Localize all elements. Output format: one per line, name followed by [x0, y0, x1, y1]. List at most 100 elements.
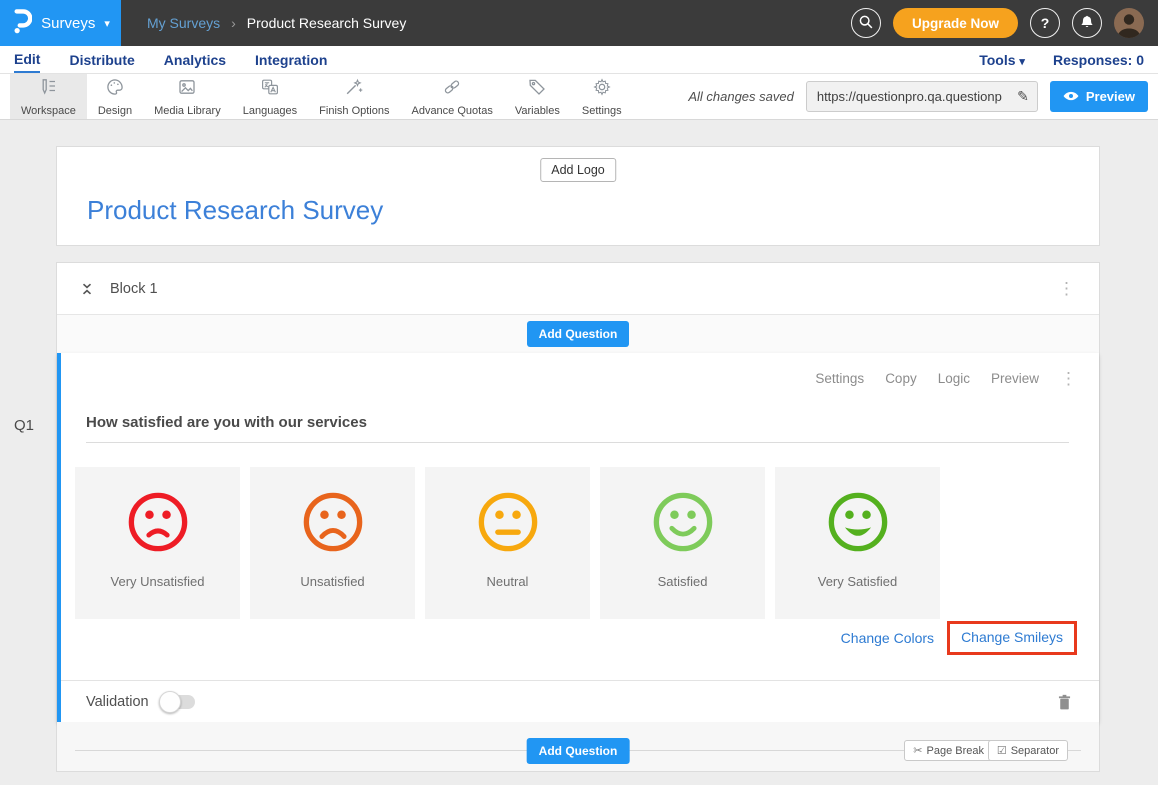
tool-finish-options[interactable]: Finish Options [308, 74, 400, 119]
block-footer: Add Question ✂ Page Break ☑ Separator [57, 722, 1099, 771]
nav-right-group: Tools ▾ Responses: 0 [979, 52, 1144, 68]
design-palette-icon [105, 77, 125, 102]
upgrade-now-button[interactable]: Upgrade Now [893, 8, 1018, 38]
languages-translate-icon [260, 77, 280, 102]
add-question-button-top[interactable]: Add Question [527, 321, 630, 347]
tool-workspace[interactable]: Workspace [10, 74, 87, 119]
smiley-face-icon [652, 491, 714, 553]
tools-dropdown[interactable]: Tools ▾ [979, 52, 1025, 68]
smiley-links-row: Change Colors Change Smileys [61, 621, 1077, 680]
trash-icon [1058, 694, 1071, 710]
block-card: Block 1 ⋮ Add Question Settings Copy Log… [56, 262, 1100, 772]
page-break-scissors-icon: ✂ [913, 744, 922, 757]
edit-url-pencil-icon[interactable]: ✎ [1017, 88, 1029, 105]
question-text[interactable]: How satisfied are you with our services [86, 414, 1069, 443]
breadcrumb-separator-icon: › [231, 15, 236, 31]
notifications-button[interactable] [1072, 8, 1102, 38]
smiley-option-very-satisfied[interactable]: Very Satisfied [775, 467, 940, 619]
tool-languages[interactable]: Languages [232, 74, 308, 119]
variables-tag-icon [527, 77, 547, 102]
separator-button[interactable]: ☑ Separator [988, 740, 1068, 761]
question-menu-kebab-icon[interactable]: ⋮ [1060, 370, 1077, 387]
block-menu-kebab-icon[interactable]: ⋮ [1058, 280, 1075, 297]
breadcrumb-my-surveys[interactable]: My Surveys [147, 15, 220, 31]
validation-toggle[interactable] [161, 695, 195, 709]
survey-url-box: ✎ [806, 81, 1038, 112]
add-logo-button[interactable]: Add Logo [540, 158, 616, 182]
bell-icon [1079, 14, 1095, 32]
question-index-label: Q1 [14, 417, 34, 434]
editor-toolbar: Workspace Design Media Library Languages… [0, 74, 1158, 120]
quotas-chain-icon [442, 77, 462, 102]
change-colors-link[interactable]: Change Colors [841, 630, 934, 646]
eye-icon [1063, 89, 1079, 104]
breadcrumb-current-survey: Product Research Survey [247, 15, 407, 31]
page-break-button[interactable]: ✂ Page Break [904, 740, 993, 761]
media-image-icon [177, 77, 197, 102]
question-logic-link[interactable]: Logic [938, 371, 970, 386]
search-icon [858, 14, 874, 33]
breadcrumb: My Surveys › Product Research Survey [147, 15, 406, 31]
caret-down-icon: ▾ [1019, 56, 1025, 68]
preview-button[interactable]: Preview [1050, 81, 1148, 112]
tab-distribute[interactable]: Distribute [69, 48, 134, 72]
smiley-option-very-unsatisfied[interactable]: Very Unsatisfied [75, 467, 240, 619]
finish-wand-icon [344, 77, 364, 102]
tool-media-library[interactable]: Media Library [143, 74, 232, 119]
smiley-option-unsatisfied[interactable]: Unsatisfied [250, 467, 415, 619]
smiley-face-icon [302, 491, 364, 553]
smiley-face-icon [477, 491, 539, 553]
smiley-option-label: Satisfied [658, 574, 708, 589]
question-settings-link[interactable]: Settings [815, 371, 864, 386]
tool-variables[interactable]: Variables [504, 74, 571, 119]
caret-down-icon: ▾ [104, 17, 110, 30]
tool-settings[interactable]: Settings [571, 74, 633, 119]
block-title: Block 1 [110, 281, 158, 297]
tool-advance-quotas[interactable]: Advance Quotas [400, 74, 503, 119]
separator-checkbox-icon: ☑ [997, 744, 1007, 757]
change-smileys-link[interactable]: Change Smileys [961, 629, 1063, 645]
survey-title[interactable]: Product Research Survey [87, 195, 383, 226]
app-logo-menu[interactable]: Surveys ▾ [0, 0, 121, 46]
smiley-face-icon [827, 491, 889, 553]
question-preview-link[interactable]: Preview [991, 371, 1039, 386]
topbar-actions: Upgrade Now ? [851, 8, 1158, 38]
user-avatar[interactable] [1114, 8, 1144, 38]
delete-question-button[interactable] [1058, 694, 1071, 710]
smiley-option-label: Unsatisfied [300, 574, 364, 589]
smiley-face-icon [127, 491, 189, 553]
question-actions: Settings Copy Logic Preview ⋮ [61, 353, 1099, 387]
survey-url-input[interactable] [815, 88, 1011, 105]
tab-integration[interactable]: Integration [255, 48, 327, 72]
product-menu-label: Surveys [41, 15, 95, 32]
settings-gear-icon [592, 77, 612, 102]
save-status-text: All changes saved [688, 89, 794, 104]
question-card: Settings Copy Logic Preview ⋮ How satisf… [57, 353, 1099, 722]
survey-header-card: Add Logo Product Research Survey [56, 146, 1100, 246]
smiley-option-neutral[interactable]: Neutral [425, 467, 590, 619]
add-question-strip: Add Question [57, 315, 1099, 353]
smiley-option-satisfied[interactable]: Satisfied [600, 467, 765, 619]
responses-count[interactable]: Responses: 0 [1053, 52, 1144, 68]
help-button[interactable]: ? [1030, 8, 1060, 38]
question-copy-link[interactable]: Copy [885, 371, 917, 386]
editor-canvas: Q1 Add Logo Product Research Survey Bloc… [0, 120, 1158, 785]
add-question-button-bottom[interactable]: Add Question [527, 738, 630, 764]
block-header: Block 1 ⋮ [57, 263, 1099, 315]
tab-edit[interactable]: Edit [14, 47, 40, 73]
search-button[interactable] [851, 8, 881, 38]
section-nav: Edit Distribute Analytics Integration To… [0, 46, 1158, 74]
workspace-icon [38, 77, 58, 102]
tool-design[interactable]: Design [87, 74, 143, 119]
tab-analytics[interactable]: Analytics [164, 48, 226, 72]
smiley-option-label: Very Satisfied [818, 574, 898, 589]
validation-label: Validation [86, 694, 149, 710]
smiley-option-label: Neutral [487, 574, 529, 589]
toggle-knob [159, 691, 181, 713]
change-smileys-highlight-box: Change Smileys [947, 621, 1077, 655]
smiley-option-label: Very Unsatisfied [111, 574, 205, 589]
collapse-block-icon[interactable] [81, 281, 93, 297]
validation-row: Validation [61, 680, 1099, 722]
smiley-options-row: Very Unsatisfied Unsatisfied Neutral Sat… [75, 467, 1099, 619]
questionpro-logo-icon [11, 7, 32, 40]
